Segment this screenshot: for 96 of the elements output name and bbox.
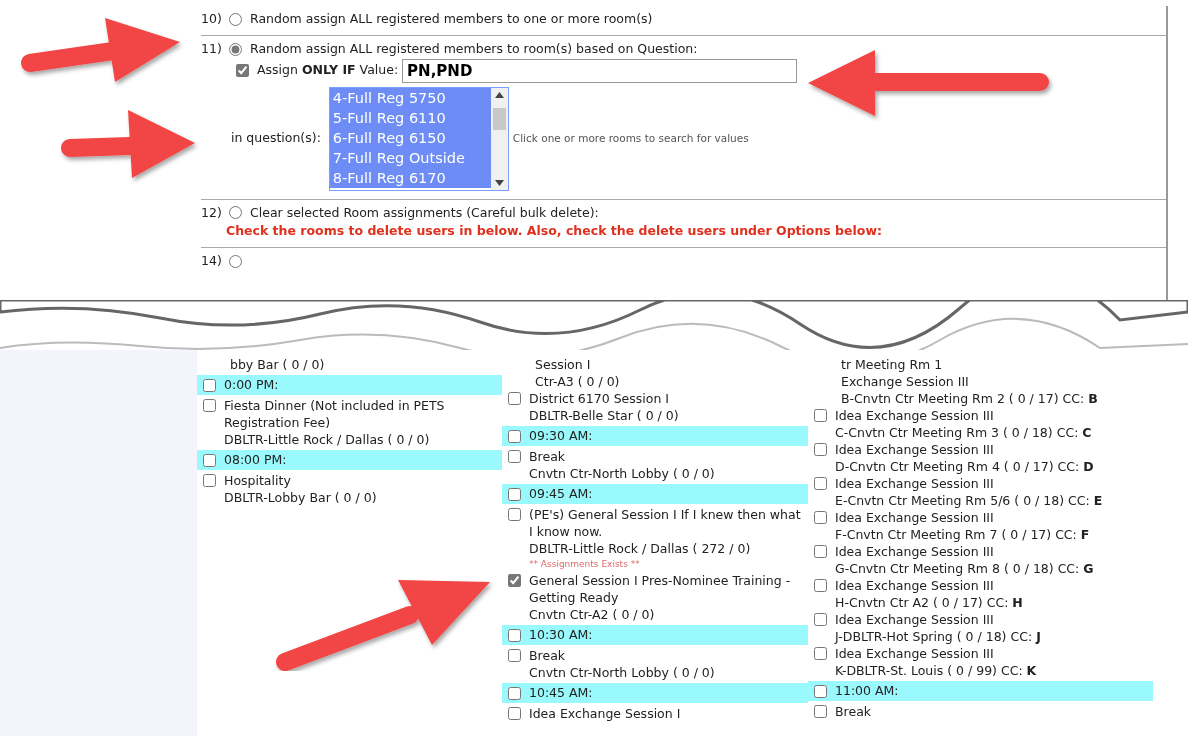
condition-label: Assign ONLY IF Value: bbox=[257, 61, 399, 80]
time-label: 0:00 PM: bbox=[224, 375, 279, 394]
listbox-option[interactable]: 8-Full Reg 6170 bbox=[329, 167, 491, 188]
checkbox[interactable] bbox=[814, 613, 827, 626]
session-text: General Session I Pres-Nominee Training - Getting Ready bbox=[529, 572, 792, 606]
checkbox[interactable] bbox=[814, 684, 827, 698]
session-text: C-Cnvtn Ctr Meeting Rm 3 ( 0 / 18) CC: C bbox=[835, 424, 1092, 441]
session-text: bby Bar ( 0 / 0) bbox=[230, 356, 325, 373]
session-text: DBLTR-Little Rock / Dallas ( 272 / 0) bbox=[529, 540, 752, 557]
question-label: in question(s): bbox=[231, 129, 321, 148]
listbox-option[interactable]: 7-Full Reg Outside bbox=[329, 147, 491, 168]
session-text: Idea Exchange Session III bbox=[835, 645, 995, 662]
checkbox[interactable] bbox=[508, 649, 521, 662]
session-text: J-DBLTR-Hot Spring ( 0 / 18) CC: J bbox=[835, 628, 1041, 645]
option-number: 11) bbox=[201, 39, 223, 58]
session-text: Exchange Session III bbox=[841, 373, 970, 390]
session-text: D-Cnvtn Ctr Meeting Rm 4 ( 0 / 17) CC: D bbox=[835, 458, 1094, 475]
option-number: 14) bbox=[201, 252, 223, 270]
checkbox[interactable] bbox=[508, 508, 521, 521]
session-text: Break bbox=[835, 703, 872, 720]
checkbox[interactable] bbox=[203, 453, 216, 467]
value-field[interactable]: PN,PND bbox=[402, 58, 798, 83]
session-text: Fiesta Dinner (Not included in PETS Registration Fee) bbox=[224, 397, 446, 431]
checkbox[interactable] bbox=[203, 399, 216, 412]
time-label: 10:45 AM: bbox=[529, 683, 593, 702]
checkbox[interactable] bbox=[814, 705, 827, 718]
checkbox[interactable] bbox=[508, 628, 521, 642]
session-text: Cnvtn Ctr-North Lobby ( 0 / 0) bbox=[529, 465, 715, 482]
checkbox[interactable] bbox=[814, 545, 827, 558]
checkbox[interactable] bbox=[814, 647, 827, 660]
time-label: 08:00 PM: bbox=[224, 450, 287, 469]
checkbox[interactable] bbox=[814, 443, 827, 456]
session-text: Idea Exchange Session III bbox=[835, 441, 995, 458]
time-label: 09:45 AM: bbox=[529, 484, 593, 503]
time-label: 11:00 AM: bbox=[835, 681, 899, 700]
session-text: Break bbox=[529, 647, 567, 664]
listbox-option[interactable]: 6-Full Reg 6150 bbox=[329, 127, 491, 148]
session-text: tr Meeting Rm 1 bbox=[841, 356, 944, 373]
option-number: 10) bbox=[201, 10, 223, 28]
checkbox[interactable] bbox=[203, 474, 216, 487]
radio-button[interactable] bbox=[229, 206, 242, 220]
session-text: Idea Exchange Session III bbox=[835, 475, 995, 492]
session-text: Idea Exchange Session III bbox=[835, 509, 995, 526]
session-text: DBLTR-Little Rock / Dallas ( 0 / 0) bbox=[224, 431, 431, 448]
session-text: Idea Exchange Session III bbox=[835, 407, 995, 424]
session-text: DBLTR-Lobby Bar ( 0 / 0) bbox=[224, 489, 377, 506]
option-label: Random assign ALL registered members to one or more room(s) bbox=[250, 10, 653, 28]
session-text: B-Cnvtn Ctr Meeting Rm 2 ( 0 / 17) CC: B bbox=[841, 390, 1098, 407]
session-text: H-Cnvtn Ctr A2 ( 0 / 17) CC: H bbox=[835, 594, 1023, 611]
session-text: Ctr-A3 ( 0 / 0) bbox=[535, 373, 620, 390]
session-text: Idea Exchange Session I bbox=[529, 705, 681, 722]
checkbox[interactable] bbox=[814, 477, 827, 490]
checkbox[interactable] bbox=[508, 392, 521, 405]
time-label: 10:30 AM: bbox=[529, 625, 593, 644]
session-text: Hospitality bbox=[224, 472, 292, 489]
option-label: Random assign ALL registered members to room(s) based on Question: bbox=[250, 39, 698, 58]
session-text: District 6170 Session I bbox=[529, 390, 670, 407]
session-text: DBLTR-Belle Star ( 0 / 0) bbox=[529, 407, 679, 424]
checkbox[interactable] bbox=[236, 64, 249, 77]
scroll-down-icon[interactable] bbox=[494, 179, 504, 186]
session-text: Idea Exchange Session III bbox=[835, 577, 995, 594]
checkbox[interactable] bbox=[508, 450, 521, 463]
radio-button[interactable] bbox=[229, 42, 242, 56]
scroll-up-icon[interactable] bbox=[494, 91, 504, 98]
checkbox[interactable] bbox=[508, 429, 521, 443]
checkbox[interactable] bbox=[508, 686, 521, 700]
checkbox[interactable] bbox=[508, 487, 521, 501]
session-text: Session I bbox=[535, 356, 592, 373]
session-text: F-Cnvtn Ctr Meeting Rm 7 ( 0 / 17) CC: F bbox=[835, 526, 1090, 543]
radio-button[interactable] bbox=[229, 12, 242, 26]
scroll-thumb[interactable] bbox=[492, 107, 506, 130]
session-text: Idea Exchange Session III bbox=[835, 611, 995, 628]
radio-button[interactable] bbox=[229, 254, 242, 268]
question-listbox[interactable]: 4-Full Reg 5750 5-Full Reg 6110 6-Full Reg 6150 7-Full Reg Outside 8-Full Reg 6170 bbox=[328, 86, 509, 191]
session-text: K-DBLTR-St. Louis ( 0 / 99) CC: K bbox=[835, 662, 1037, 679]
checkbox[interactable] bbox=[814, 511, 827, 524]
assignment-note: ** Assignments Exists ** bbox=[528, 558, 641, 571]
option-number: 12) bbox=[201, 203, 223, 222]
checkbox[interactable] bbox=[508, 574, 521, 587]
checkbox[interactable] bbox=[203, 378, 216, 392]
session-text: (PE's) General Session I If I knew then what I know now. bbox=[529, 506, 802, 540]
session-text: Cnvtn Ctr-A2 ( 0 / 0) bbox=[529, 606, 656, 623]
checkbox[interactable] bbox=[814, 409, 827, 422]
session-text: Break bbox=[529, 448, 567, 465]
checkbox[interactable] bbox=[508, 707, 521, 720]
checkbox[interactable] bbox=[814, 579, 827, 592]
time-label: 09:30 AM: bbox=[529, 426, 593, 445]
listbox-option[interactable]: 4-Full Reg 5750 bbox=[329, 87, 491, 108]
hint-text: Click one or more rooms to search for values bbox=[512, 130, 749, 146]
option-label: Clear selected Room assignments (Careful bulk delete): bbox=[250, 203, 599, 222]
session-text: G-Cnvtn Ctr Meeting Rm 8 ( 0 / 18) CC: G bbox=[835, 560, 1094, 577]
listbox-option[interactable]: 5-Full Reg 6110 bbox=[329, 107, 491, 128]
warning-text: Check the rooms to delete users in below. Also, check the delete users under Options below: bbox=[225, 222, 883, 241]
session-text: E-Cnvtn Ctr Meeting Rm 5/6 ( 0 / 18) CC: E bbox=[835, 492, 1103, 509]
session-text: Idea Exchange Session III bbox=[835, 543, 995, 560]
session-text: Cnvtn Ctr-North Lobby ( 0 / 0) bbox=[529, 664, 715, 681]
